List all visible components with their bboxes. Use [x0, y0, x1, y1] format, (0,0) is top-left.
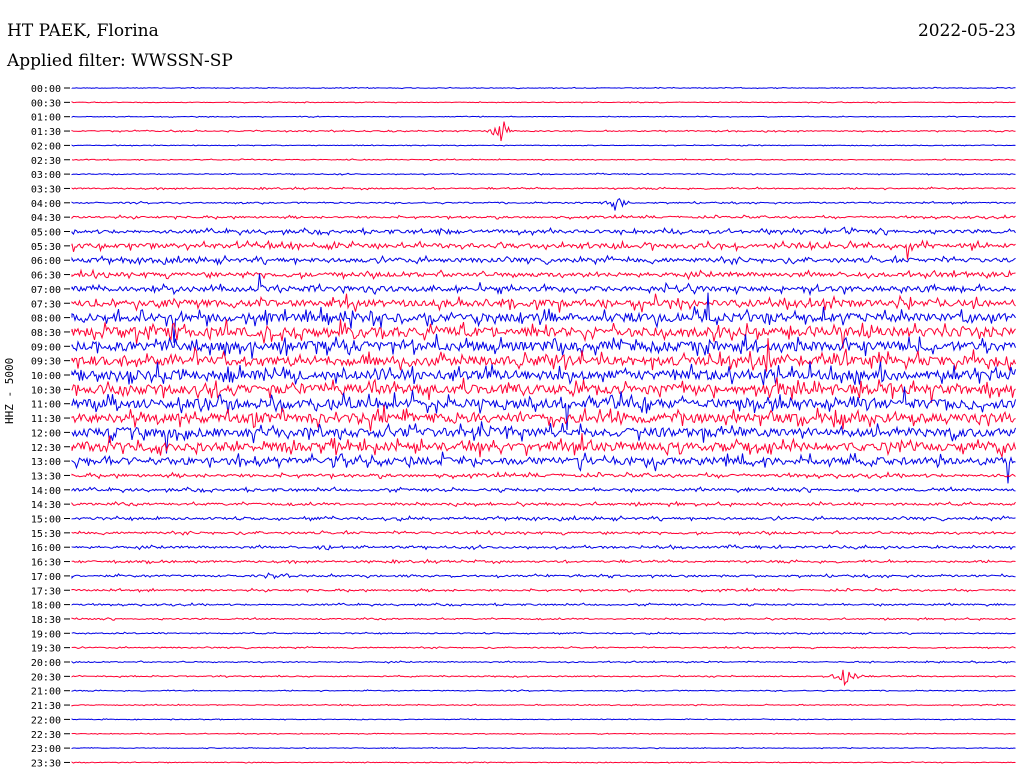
row-label: 09:00: [31, 342, 61, 353]
row-label: 14:00: [31, 486, 61, 497]
row-label: 08:00: [31, 314, 61, 325]
trace-2000: [71, 660, 1016, 664]
trace-0230: [71, 158, 1016, 162]
trace-1430: [71, 500, 1016, 508]
trace-0400: [71, 197, 1016, 211]
trace-1830: [71, 616, 1016, 621]
row-label: 21:30: [31, 701, 61, 712]
trace-2300: [71, 746, 1016, 750]
row-label: 11:00: [31, 400, 61, 411]
trace-2230: [71, 732, 1016, 735]
row-label: 19:00: [31, 629, 61, 640]
trace-0330: [71, 186, 1016, 191]
row-label: 18:00: [31, 601, 61, 612]
trace-0130: [71, 121, 1016, 142]
row-label: 23:30: [31, 758, 61, 769]
row-label: 21:00: [31, 687, 61, 698]
trace-0100: [71, 115, 1016, 118]
trace-0900: [71, 333, 1016, 359]
row-label: 15:00: [31, 515, 61, 526]
row-label: 15:30: [31, 529, 61, 540]
row-label: 00:30: [31, 98, 61, 109]
trace-2100: [71, 689, 1016, 693]
row-label: 01:30: [31, 127, 61, 138]
trace-1500: [71, 515, 1016, 522]
row-label: 20:00: [31, 658, 61, 669]
row-label: 10:30: [31, 385, 61, 396]
trace-0000: [71, 86, 1016, 90]
trace-1330: [71, 471, 1016, 480]
row-label: 14:30: [31, 500, 61, 511]
trace-1900: [71, 631, 1016, 635]
row-label: 06:00: [31, 256, 61, 267]
trace-0600: [71, 254, 1016, 266]
trace-1130: [71, 404, 1016, 432]
row-label: 22:30: [31, 730, 61, 741]
trace-1700: [71, 572, 1016, 580]
row-label: 05:30: [31, 242, 61, 253]
trace-0300: [71, 172, 1016, 176]
trace-1400: [71, 486, 1016, 494]
row-label: 12:00: [31, 428, 61, 439]
trace-2030: [71, 669, 1016, 687]
row-label: 10:00: [31, 371, 61, 382]
row-label: 17:30: [31, 586, 61, 597]
trace-1000: [71, 361, 1016, 386]
row-label: 18:30: [31, 615, 61, 626]
trace-0700: [71, 273, 1016, 297]
trace-1230: [71, 433, 1016, 459]
row-label: 04:30: [31, 213, 61, 224]
row-label: 22:00: [31, 715, 61, 726]
row-label: 13:30: [31, 471, 61, 482]
row-label: 08:30: [31, 328, 61, 339]
trace-1630: [71, 558, 1016, 565]
row-label: 13:00: [31, 457, 61, 468]
trace-1300: [71, 451, 1016, 484]
row-label: 03:00: [31, 170, 61, 181]
trace-1930: [71, 645, 1016, 650]
trace-1600: [71, 544, 1016, 551]
row-label: 12:30: [31, 443, 61, 454]
row-label: 07:30: [31, 299, 61, 310]
row-label: 05:00: [31, 228, 61, 239]
trace-2130: [71, 703, 1016, 707]
row-label: 16:00: [31, 543, 61, 554]
row-label: 07:00: [31, 285, 61, 296]
trace-2200: [71, 718, 1016, 721]
trace-1200: [71, 421, 1016, 454]
trace-1530: [71, 529, 1016, 536]
trace-1730: [71, 587, 1016, 593]
trace-1100: [71, 386, 1016, 431]
row-label: 02:00: [31, 141, 61, 152]
trace-1800: [71, 602, 1016, 607]
seismogram-plot: 00:00 00:30 01:00 01:30 02:00 02:30 03:00 03:30…: [31, 84, 1016, 769]
trace-0730: [71, 293, 1016, 313]
trace-0430: [71, 214, 1016, 221]
trace-0200: [71, 144, 1016, 147]
row-label: 16:30: [31, 558, 61, 569]
row-label: 00:00: [31, 84, 61, 95]
trace-0800: [71, 292, 1016, 343]
row-label: 19:30: [31, 644, 61, 655]
row-label: 09:30: [31, 357, 61, 368]
trace-2330: [71, 761, 1016, 764]
trace-0500: [71, 226, 1016, 237]
row-label: 01:00: [31, 113, 61, 124]
row-label: 20:30: [31, 672, 61, 683]
trace-0030: [71, 101, 1016, 104]
row-label: 06:30: [31, 271, 61, 282]
row-label: 02:30: [31, 156, 61, 167]
row-label: 11:30: [31, 414, 61, 425]
row-label: 04:00: [31, 199, 61, 210]
trace-0630: [71, 268, 1016, 281]
row-label: 23:00: [31, 744, 61, 755]
row-label: 17:00: [31, 572, 61, 583]
row-label: 03:30: [31, 184, 61, 195]
trace-0530: [71, 239, 1016, 260]
